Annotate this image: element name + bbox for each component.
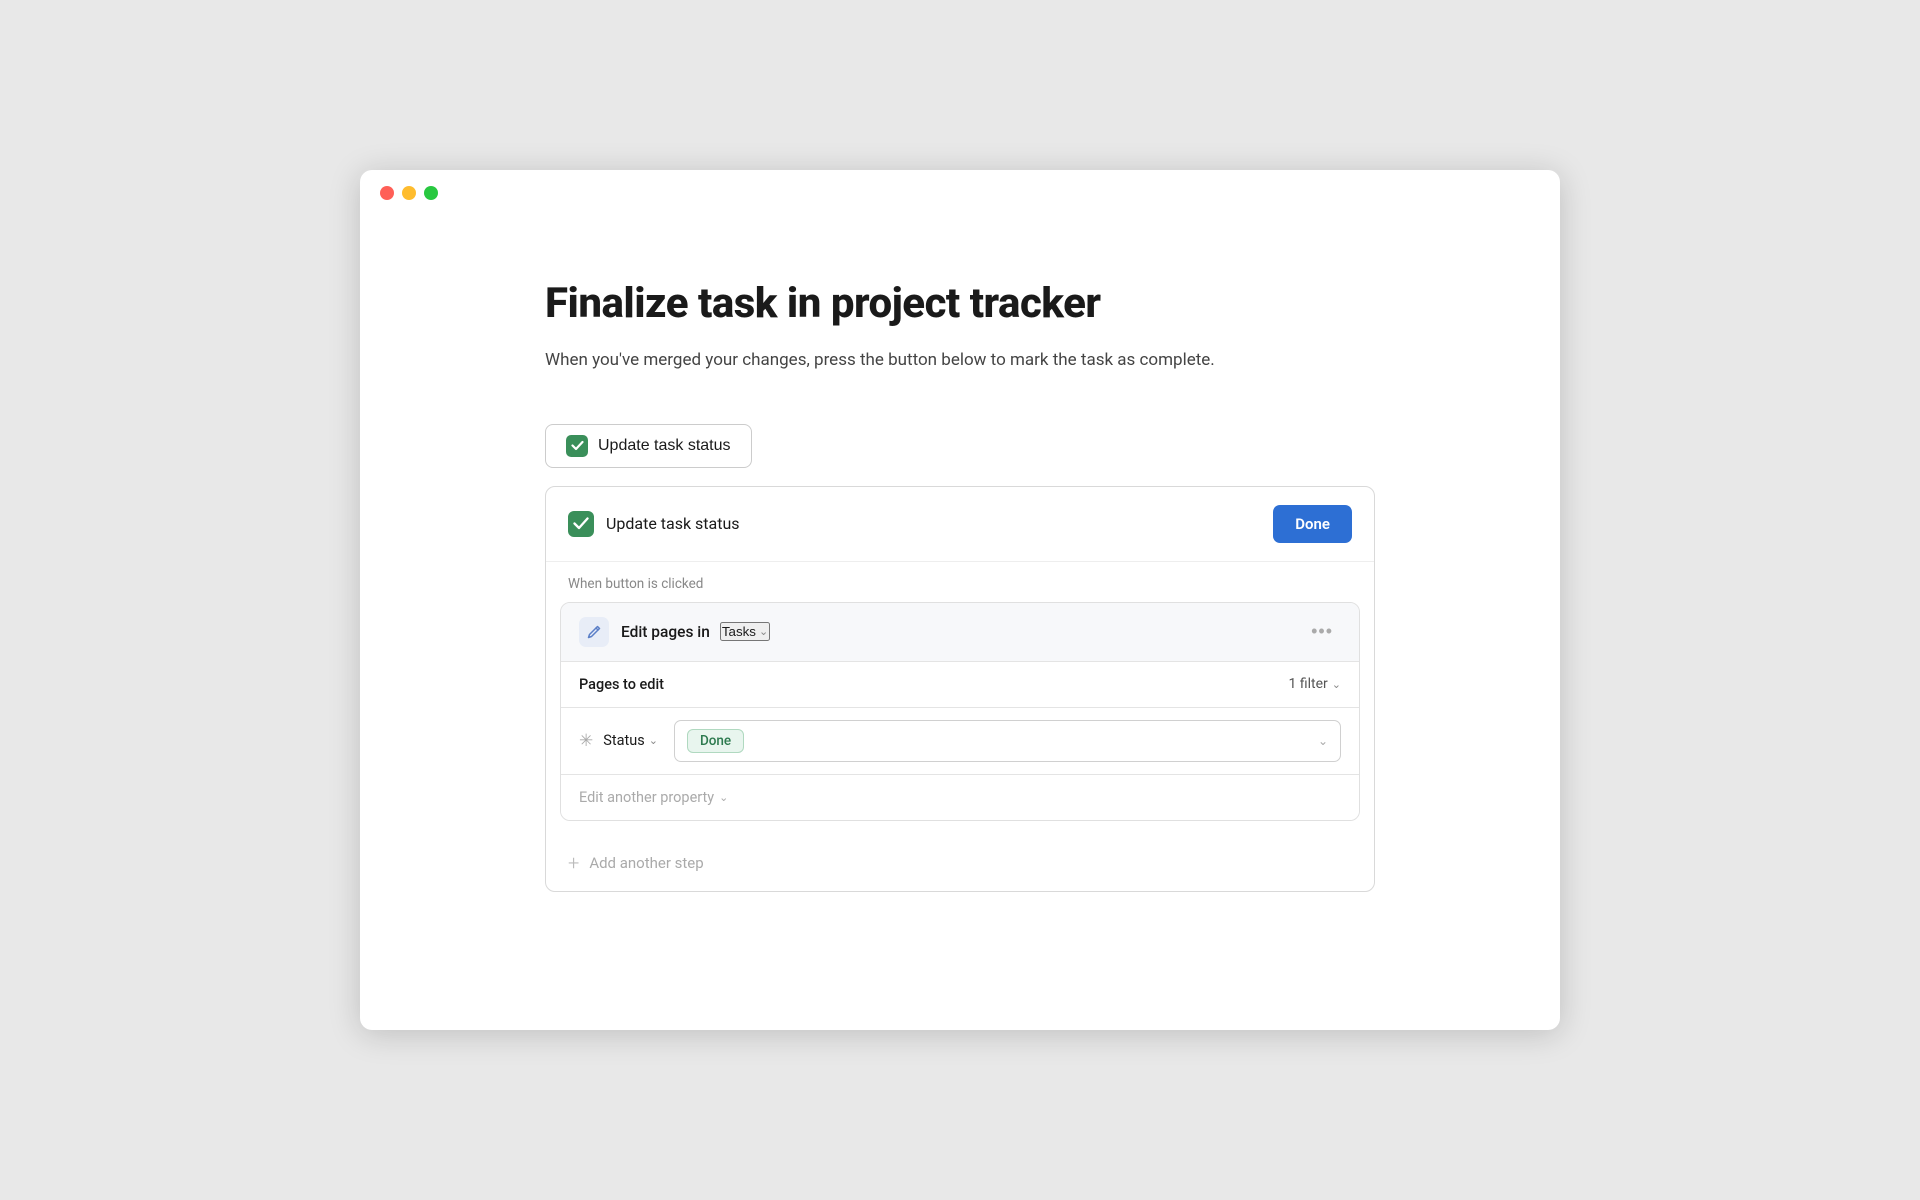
- filter-count-label: 1 filter: [1289, 676, 1328, 692]
- status-text: Status: [603, 732, 644, 749]
- main-card: Done When button is clicked Edit pages i…: [545, 486, 1375, 892]
- card-checkbox-icon[interactable]: [568, 511, 594, 537]
- step-card: Edit pages in Tasks ⌄ ••• Pages to edit …: [560, 602, 1360, 821]
- status-chevron-icon: ⌄: [649, 734, 658, 747]
- tasks-chevron-icon: ⌄: [759, 625, 768, 638]
- status-spinner-icon: ✳: [579, 731, 593, 751]
- update-task-status-label: Update task status: [598, 437, 731, 455]
- step-title: Edit pages in Tasks ⌄: [621, 622, 1303, 641]
- edit-pages-icon: [579, 617, 609, 647]
- update-task-status-button[interactable]: Update task status: [545, 424, 752, 468]
- maximize-dot[interactable]: [424, 186, 438, 200]
- status-done-badge: Done: [687, 729, 744, 753]
- status-label-button[interactable]: Status ⌄: [603, 732, 658, 749]
- page-description: When you've merged your changes, press t…: [545, 348, 1375, 374]
- edit-another-property-label: Edit another property ⌄: [579, 789, 728, 806]
- add-step-label: Add another step: [589, 854, 703, 872]
- status-row: ✳ Status ⌄ Done ⌄: [561, 708, 1359, 775]
- task-status-checkbox-icon: [566, 435, 588, 457]
- add-another-step-row[interactable]: + Add another step: [546, 835, 1374, 891]
- app-window: Finalize task in project tracker When yo…: [360, 170, 1560, 1030]
- task-name-input[interactable]: [606, 514, 1261, 533]
- tasks-dropdown-button[interactable]: Tasks ⌄: [720, 622, 770, 641]
- done-button[interactable]: Done: [1273, 505, 1352, 543]
- when-label: When button is clicked: [546, 562, 1374, 602]
- page-title: Finalize task in project tracker: [545, 280, 1375, 328]
- edit-another-property-row[interactable]: Edit another property ⌄: [561, 775, 1359, 820]
- edit-pages-prefix: Edit pages in: [621, 623, 710, 641]
- tasks-label: Tasks: [722, 624, 756, 639]
- pages-to-edit-label: Pages to edit: [579, 676, 664, 693]
- pages-row: Pages to edit 1 filter ⌄: [561, 662, 1359, 708]
- card-header: Done: [546, 487, 1374, 562]
- add-step-plus-icon: +: [568, 851, 579, 875]
- status-value-chevron-icon: ⌄: [1318, 734, 1328, 748]
- titlebar: [360, 170, 1560, 200]
- main-content: Finalize task in project tracker When yo…: [360, 200, 1560, 972]
- filter-chevron-icon: ⌄: [1332, 678, 1341, 691]
- edit-property-chevron-icon: ⌄: [719, 791, 728, 804]
- close-dot[interactable]: [380, 186, 394, 200]
- filter-button[interactable]: 1 filter ⌄: [1289, 676, 1341, 692]
- step-menu-button[interactable]: •••: [1303, 617, 1341, 646]
- step-header: Edit pages in Tasks ⌄ •••: [561, 603, 1359, 662]
- status-value-area[interactable]: Done ⌄: [674, 720, 1341, 762]
- minimize-dot[interactable]: [402, 186, 416, 200]
